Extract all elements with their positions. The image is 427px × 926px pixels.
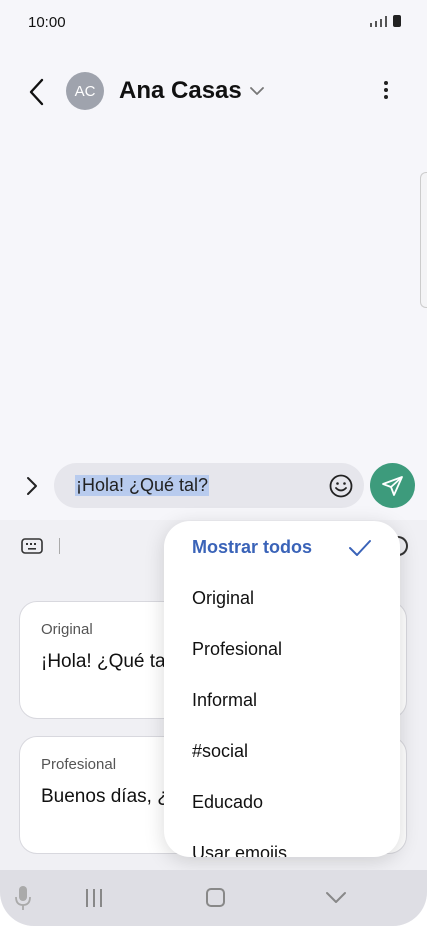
signal-bar <box>370 23 372 27</box>
expand-button[interactable] <box>22 473 42 499</box>
chevron-down-icon[interactable] <box>249 83 265 99</box>
suggestion-title: Original <box>41 621 93 638</box>
menu-item-usar-emojis[interactable]: Usar emojis <box>192 843 287 857</box>
toolbar-divider <box>59 538 60 554</box>
suggestion-text: Buenos días, ¿ <box>41 786 169 807</box>
suggestion-title: Profesional <box>41 756 117 773</box>
signal-bar <box>380 19 382 27</box>
microphone-icon[interactable] <box>13 884 33 912</box>
signal-bar <box>375 21 377 27</box>
menu-item-informal[interactable]: Informal <box>192 690 257 711</box>
hide-keyboard-button[interactable] <box>325 889 347 905</box>
message-input[interactable]: ¡Hola! ¿Qué tal? <box>54 463 364 508</box>
keyboard-icon[interactable] <box>21 538 43 554</box>
signal-bar <box>385 16 387 27</box>
check-icon <box>348 538 372 558</box>
smiley-icon <box>329 474 353 498</box>
send-button[interactable] <box>370 463 415 508</box>
tone-menu: Mostrar todos Original Profesional Infor… <box>164 521 400 857</box>
contact-name[interactable]: Ana Casas <box>119 77 242 105</box>
chevron-right-icon <box>27 477 37 495</box>
more-options-icon[interactable] <box>376 78 396 106</box>
battery-icon <box>393 15 401 27</box>
menu-item-social[interactable]: #social <box>192 741 248 762</box>
menu-item-mostrar-todos[interactable]: Mostrar todos <box>192 537 312 558</box>
avatar[interactable]: AC <box>66 72 104 110</box>
emoji-button[interactable] <box>328 473 354 499</box>
send-icon <box>381 475 403 496</box>
menu-item-educado[interactable]: Educado <box>192 792 263 813</box>
recents-button[interactable] <box>86 889 106 907</box>
edge-panel-handle[interactable] <box>420 172 427 308</box>
status-time: 10:00 <box>28 14 66 31</box>
menu-item-original[interactable]: Original <box>192 588 254 609</box>
status-icons <box>370 15 401 27</box>
screen: 10:00 AC Ana Casas ¡Hola! ¿Qué tal? Orig… <box>0 0 427 926</box>
chevron-down-icon <box>326 892 346 903</box>
home-button[interactable] <box>206 888 225 907</box>
menu-item-profesional[interactable]: Profesional <box>192 639 282 660</box>
suggestion-text: ¡Hola! ¿Qué ta <box>41 651 166 672</box>
message-text[interactable]: ¡Hola! ¿Qué tal? <box>75 475 210 496</box>
chevron-left-icon <box>29 78 44 106</box>
back-button[interactable] <box>24 76 52 108</box>
